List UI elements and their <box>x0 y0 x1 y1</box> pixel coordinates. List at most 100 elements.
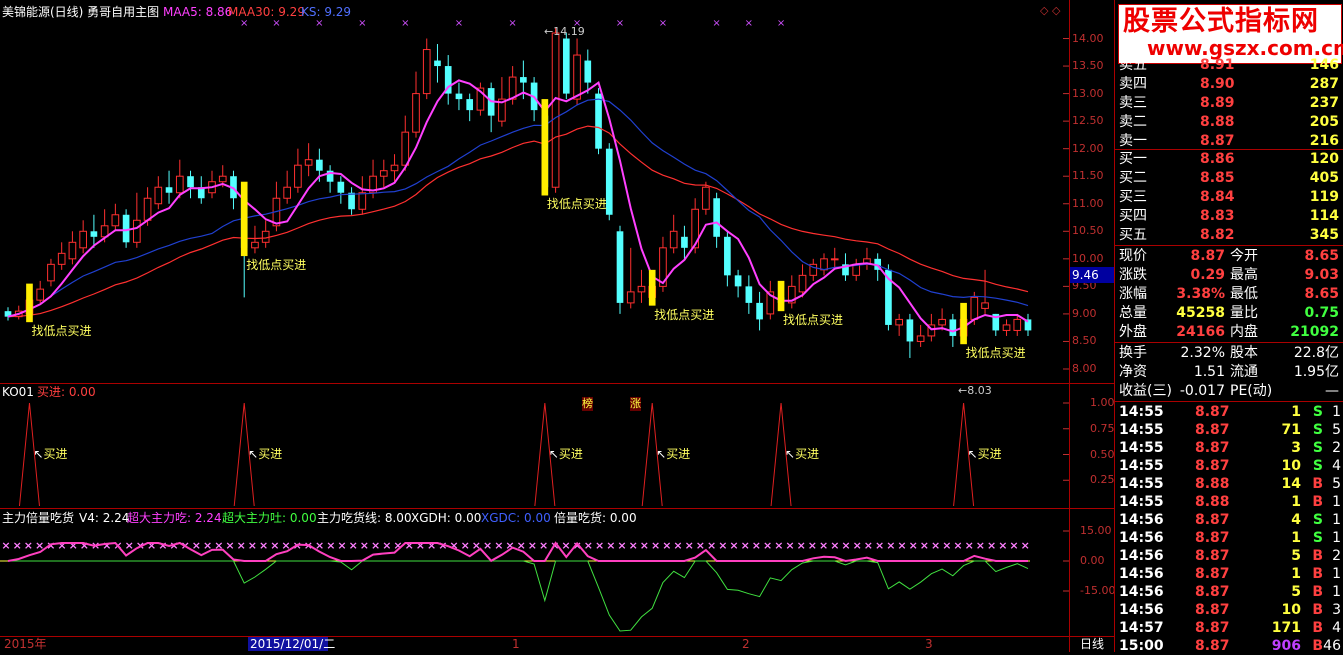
double-volume-marker: × <box>897 539 906 552</box>
tick-row: 14:56 8.87 10 B 3 <box>1119 602 1341 618</box>
candle-body <box>970 296 979 320</box>
xgdc-value: XGDC: 0.00 <box>481 511 551 525</box>
candle-body <box>251 241 259 249</box>
tick-row: 14:56 8.87 1 B 1 <box>1119 566 1341 582</box>
signal-x-marker: × <box>777 18 785 29</box>
candle-body <box>573 54 581 100</box>
double-volume-marker: × <box>729 539 738 552</box>
price-tick-label: 9.00 <box>1072 306 1097 320</box>
signal-x-marker: × <box>508 18 516 29</box>
chart-area[interactable]: 美锦能源(日线) 勇哥自用主图 MAA5: 8.86 MAA30: 9.29 K… <box>0 0 1115 652</box>
candle-body <box>981 302 989 309</box>
double-volume-marker: × <box>382 539 391 552</box>
candle-body <box>47 263 55 282</box>
tick-row: 14:55 8.87 10 S 4 <box>1119 458 1341 474</box>
super-eat-value: 超大主力吃: 2.24 <box>127 511 222 525</box>
super-spit-value: 超大主力吐: 0.00 <box>222 511 317 525</box>
price-tick-label: 12.50 <box>1072 114 1104 128</box>
tick-row: 14:56 8.87 5 B 2 <box>1119 548 1341 564</box>
candle-body <box>390 164 399 172</box>
candle-body <box>455 93 463 100</box>
double-volume-marker: × <box>774 539 783 552</box>
sell-row: 卖五 8.91 146 <box>1119 57 1339 73</box>
candle-body <box>304 159 313 166</box>
candle-body <box>358 192 367 210</box>
double-volume-marker: × <box>248 539 257 552</box>
tick-row: 14:55 8.88 1 B 1 <box>1119 494 1341 510</box>
xgdh-value: XGDH: 0.00 <box>411 511 482 525</box>
time-label-month-3: 3 <box>925 637 933 651</box>
double-volume-marker: × <box>102 539 111 552</box>
candle-body <box>401 131 410 166</box>
ks-line <box>7 98 1029 318</box>
double-volume-marker: × <box>539 539 548 552</box>
candle-body <box>68 241 77 260</box>
signal-x-marker: × <box>401 18 409 29</box>
ko-title: KO01 <box>2 385 34 399</box>
double-volume-marker: × <box>606 539 615 552</box>
double-volume-marker: × <box>237 539 246 552</box>
candle-body <box>111 214 120 227</box>
buy-signal-bar <box>240 181 248 257</box>
candle-body <box>261 230 270 243</box>
tick-row: 14:55 8.88 14 B 5 <box>1119 476 1341 492</box>
double-volume-marker: × <box>931 539 940 552</box>
double-volume-marker: × <box>640 539 649 552</box>
candle-body <box>316 159 323 171</box>
candle-body <box>702 186 710 210</box>
candle-body <box>434 60 441 67</box>
double-volume-marker: × <box>965 539 974 552</box>
double-volume-marker: × <box>942 539 951 552</box>
double-volume-marker: × <box>80 539 89 552</box>
candle-body <box>294 164 302 188</box>
double-volume-marker: × <box>785 539 794 552</box>
bottom-tick-label: -15.00 <box>1080 584 1116 597</box>
candle-body <box>379 170 388 177</box>
double-volume-marker: × <box>841 539 850 552</box>
tick-row: 14:55 8.87 1 S 1 <box>1119 404 1341 420</box>
double-volume-marker: × <box>976 539 985 552</box>
candle-body <box>949 319 957 336</box>
price-tick-label: 10.00 <box>1072 251 1104 265</box>
double-volume-marker: × <box>595 539 604 552</box>
double-volume-marker: × <box>259 539 268 552</box>
double-volume-marker: × <box>886 539 895 552</box>
double-vol-value: 倍量吃货: 0.00 <box>554 511 637 525</box>
sell-row: 卖二 8.88 205 <box>1119 114 1339 130</box>
time-label-month-2: 2 <box>742 637 750 651</box>
candle-body <box>283 186 291 199</box>
fundamental-row: 换手 2.32% 股本 22.8亿 <box>1119 345 1339 361</box>
double-volume-marker: × <box>57 539 66 552</box>
double-volume-marker: × <box>360 539 369 552</box>
candle-body <box>422 49 431 95</box>
period-label[interactable]: 日线 <box>1080 637 1104 651</box>
quote-row: 涨跌 0.29 最高 9.03 <box>1119 267 1339 283</box>
buy-signal-bar <box>777 280 785 312</box>
signal-x-marker: × <box>659 18 667 29</box>
fundamental-row: 净资 1.51 流通 1.95亿 <box>1119 364 1339 380</box>
candles-group <box>4 28 1032 358</box>
flag-zhang: 涨 <box>630 397 641 411</box>
candle-body <box>412 93 420 133</box>
candle-body <box>595 93 602 149</box>
candle-body <box>745 286 753 303</box>
ko-buy-label: ↖买进 <box>33 447 68 461</box>
ko-tick-label: 0.25 <box>1090 473 1115 487</box>
candle-body <box>820 258 828 271</box>
buy-signal-bar <box>960 302 967 345</box>
double-volume-marker: × <box>483 539 492 552</box>
candle-body <box>895 318 903 326</box>
time-cursor-box[interactable]: 2015/12/01/二 <box>248 637 335 651</box>
main-candlestick-chart[interactable]: × × × × × × × × × × × × × × × × × × × × × × × × × × × × × × × × × × × × × × ×… <box>0 0 1070 652</box>
buy-signal-label: 找低点买进 <box>31 324 92 339</box>
buy-signal-bar <box>648 269 656 306</box>
price-tick-label: 12.00 <box>1072 141 1104 155</box>
double-volume-marker: × <box>1021 539 1030 552</box>
price-tick-label: 8.00 <box>1072 361 1097 375</box>
double-volume-marker: × <box>528 539 537 552</box>
candle-body <box>916 335 925 342</box>
v4-value: V4: 2.24 <box>79 511 130 525</box>
double-volume-marker: × <box>629 539 638 552</box>
time-axis <box>0 636 1115 653</box>
candle-body <box>798 274 807 293</box>
